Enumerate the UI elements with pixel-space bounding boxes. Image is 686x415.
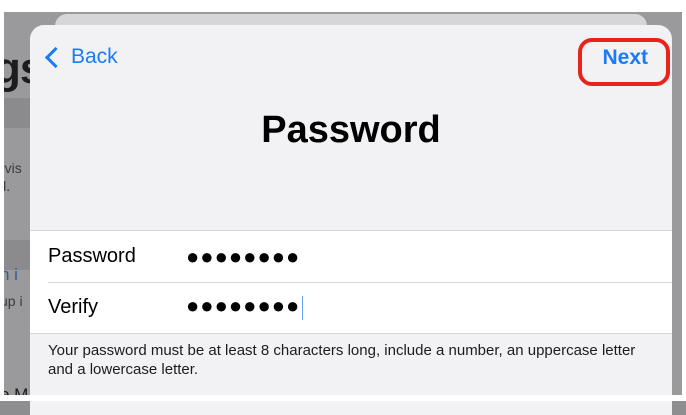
password-sheet: Back Next Password Password ●●●●●●●● Ver… <box>30 25 672 415</box>
chevron-left-icon <box>44 46 67 68</box>
next-button-highlight <box>578 38 670 86</box>
text-cursor <box>302 295 304 320</box>
password-row[interactable]: Password ●●●●●●●● <box>30 231 672 282</box>
back-button-label: Back <box>71 45 118 68</box>
verify-value: ●●●●●●●● <box>186 293 301 319</box>
photo-border <box>682 0 686 401</box>
page-title: Password <box>261 109 441 151</box>
password-form: Password ●●●●●●●● Verify ●●●●●●●● <box>30 230 672 334</box>
password-requirements-hint: Your password must be at least 8 charact… <box>48 342 636 378</box>
verify-row[interactable]: Verify ●●●●●●●● <box>30 282 672 333</box>
verify-field[interactable]: ●●●●●●●● <box>186 293 304 320</box>
back-button[interactable]: Back <box>44 45 118 69</box>
password-label: Password <box>48 245 136 267</box>
password-field[interactable]: ●●●●●●●● <box>186 245 300 268</box>
photo-border <box>0 0 4 401</box>
photo-border <box>0 0 686 12</box>
verify-label: Verify <box>48 296 99 318</box>
photo-border <box>0 395 686 401</box>
